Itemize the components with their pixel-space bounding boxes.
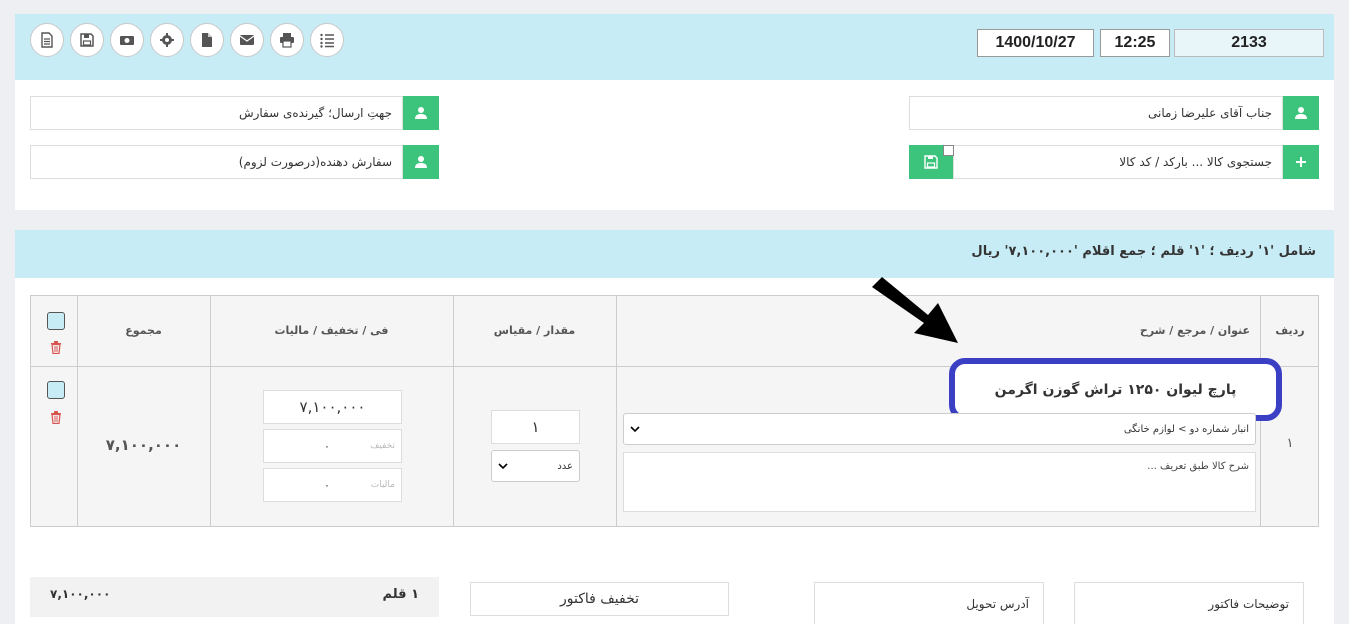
delete-all-icon[interactable] bbox=[49, 340, 63, 355]
customer-field[interactable]: جناب آقای علیرضا زمانی bbox=[909, 96, 1283, 130]
mail-icon[interactable] bbox=[230, 23, 264, 57]
user-icon bbox=[415, 107, 427, 119]
product-title-highlight[interactable]: پارچ لیوان ۱۲۵۰ تراش گوزن اگرمن bbox=[949, 358, 1282, 421]
orderer-user-button[interactable] bbox=[403, 145, 439, 179]
invoice-notes-field[interactable]: توضیحات فاکتور bbox=[1074, 582, 1304, 624]
delivery-address-field[interactable]: آدرس تحویل bbox=[814, 582, 1044, 624]
print-icon[interactable] bbox=[270, 23, 304, 57]
col-price: فی / تخفیف / مالیات bbox=[274, 324, 389, 337]
money-icon[interactable] bbox=[110, 23, 144, 57]
orderer-field[interactable]: سفارش دهنده(درصورت لزوم) bbox=[30, 145, 403, 179]
items-summary-bar: شامل '۱' ردیف ؛ '۱' قلم ؛ جمع اقلام '۷,۱… bbox=[15, 230, 1334, 278]
ship-to-field[interactable]: جهتِ ارسال؛ گیرنده‌ی سفارش bbox=[30, 96, 403, 130]
warehouse-value: انبار شماره دو > لوازم خانگی bbox=[1123, 423, 1249, 435]
discount-input[interactable]: تخفیف ۰ bbox=[263, 429, 402, 463]
add-product-button[interactable] bbox=[1283, 145, 1319, 179]
row-index: ۱ bbox=[1286, 436, 1294, 451]
chevron-down-icon bbox=[498, 463, 508, 470]
tax-input[interactable]: مالیات ۰ bbox=[263, 468, 402, 502]
total-items: ۱ قلم bbox=[382, 587, 419, 602]
tax-value: ۰ bbox=[324, 478, 330, 492]
chevron-down-icon bbox=[630, 426, 640, 433]
annotation-arrow-icon bbox=[872, 277, 958, 343]
row-checkbox[interactable] bbox=[47, 381, 65, 399]
save-product-checkbox[interactable] bbox=[943, 145, 954, 156]
product-title: پارچ لیوان ۱۲۵۰ تراش گوزن اگرمن bbox=[994, 381, 1237, 398]
quantity-input[interactable]: ۱ bbox=[491, 410, 580, 444]
file-icon[interactable] bbox=[190, 23, 224, 57]
discount-value: ۰ bbox=[324, 439, 330, 453]
warehouse-select[interactable]: انبار شماره دو > لوازم خانگی bbox=[623, 413, 1256, 445]
invoice-number[interactable]: 2133 bbox=[1174, 29, 1324, 57]
save-icon[interactable] bbox=[70, 23, 104, 57]
invoice-date[interactable]: 1400/10/27 bbox=[977, 29, 1094, 57]
totals-box: ۱ قلم ۷,۱۰۰,۰۰۰ bbox=[30, 577, 439, 617]
user-icon bbox=[1295, 107, 1307, 119]
delete-row-icon[interactable] bbox=[49, 410, 63, 425]
ship-to-user-button[interactable] bbox=[403, 96, 439, 130]
user-icon bbox=[415, 156, 427, 168]
gear-icon[interactable] bbox=[150, 23, 184, 57]
invoice-time[interactable]: 12:25 bbox=[1100, 29, 1170, 57]
unit-value: عدد bbox=[557, 460, 573, 472]
invoice-discount-field[interactable]: تخفیف فاکتور bbox=[470, 582, 729, 616]
product-description-input[interactable]: شرح کالا طبق تعریف ... bbox=[623, 452, 1256, 512]
select-all-checkbox[interactable] bbox=[47, 312, 65, 330]
invoice-header-card: 1400/10/27 12:25 2133 جناب آقای علیرضا ز… bbox=[15, 14, 1334, 210]
discount-label: تخفیف bbox=[370, 441, 395, 451]
col-row: ردیف bbox=[1275, 324, 1305, 337]
row-total: ۷,۱۰۰,۰۰۰ bbox=[105, 436, 182, 454]
product-search-input[interactable]: جستجوی کالا ... بارکد / کد کالا bbox=[953, 145, 1283, 179]
tax-label: مالیات bbox=[370, 480, 395, 490]
list-icon[interactable] bbox=[310, 23, 344, 57]
price-input[interactable]: ۷,۱۰۰,۰۰۰ bbox=[263, 390, 402, 424]
unit-select[interactable]: عدد bbox=[491, 450, 580, 482]
customer-user-button[interactable] bbox=[1283, 96, 1319, 130]
items-summary: شامل '۱' ردیف ؛ '۱' قلم ؛ جمع اقلام '۷,۱… bbox=[971, 244, 1316, 259]
total-amount: ۷,۱۰۰,۰۰۰ bbox=[50, 587, 111, 601]
toolbar-bar: 1400/10/27 12:25 2133 bbox=[15, 14, 1334, 80]
col-total: مجموع bbox=[125, 324, 162, 337]
plus-icon bbox=[1296, 157, 1306, 167]
items-card: شامل '۱' ردیف ؛ '۱' قلم ؛ جمع اقلام '۷,۱… bbox=[15, 230, 1334, 624]
doc-text-icon[interactable] bbox=[30, 23, 64, 57]
items-table: ردیف عنوان / مرجع / شرح مقدار / مقیاس فی… bbox=[30, 295, 1319, 527]
floppy-icon bbox=[924, 155, 938, 169]
col-qty: مقدار / مقیاس bbox=[493, 324, 576, 337]
